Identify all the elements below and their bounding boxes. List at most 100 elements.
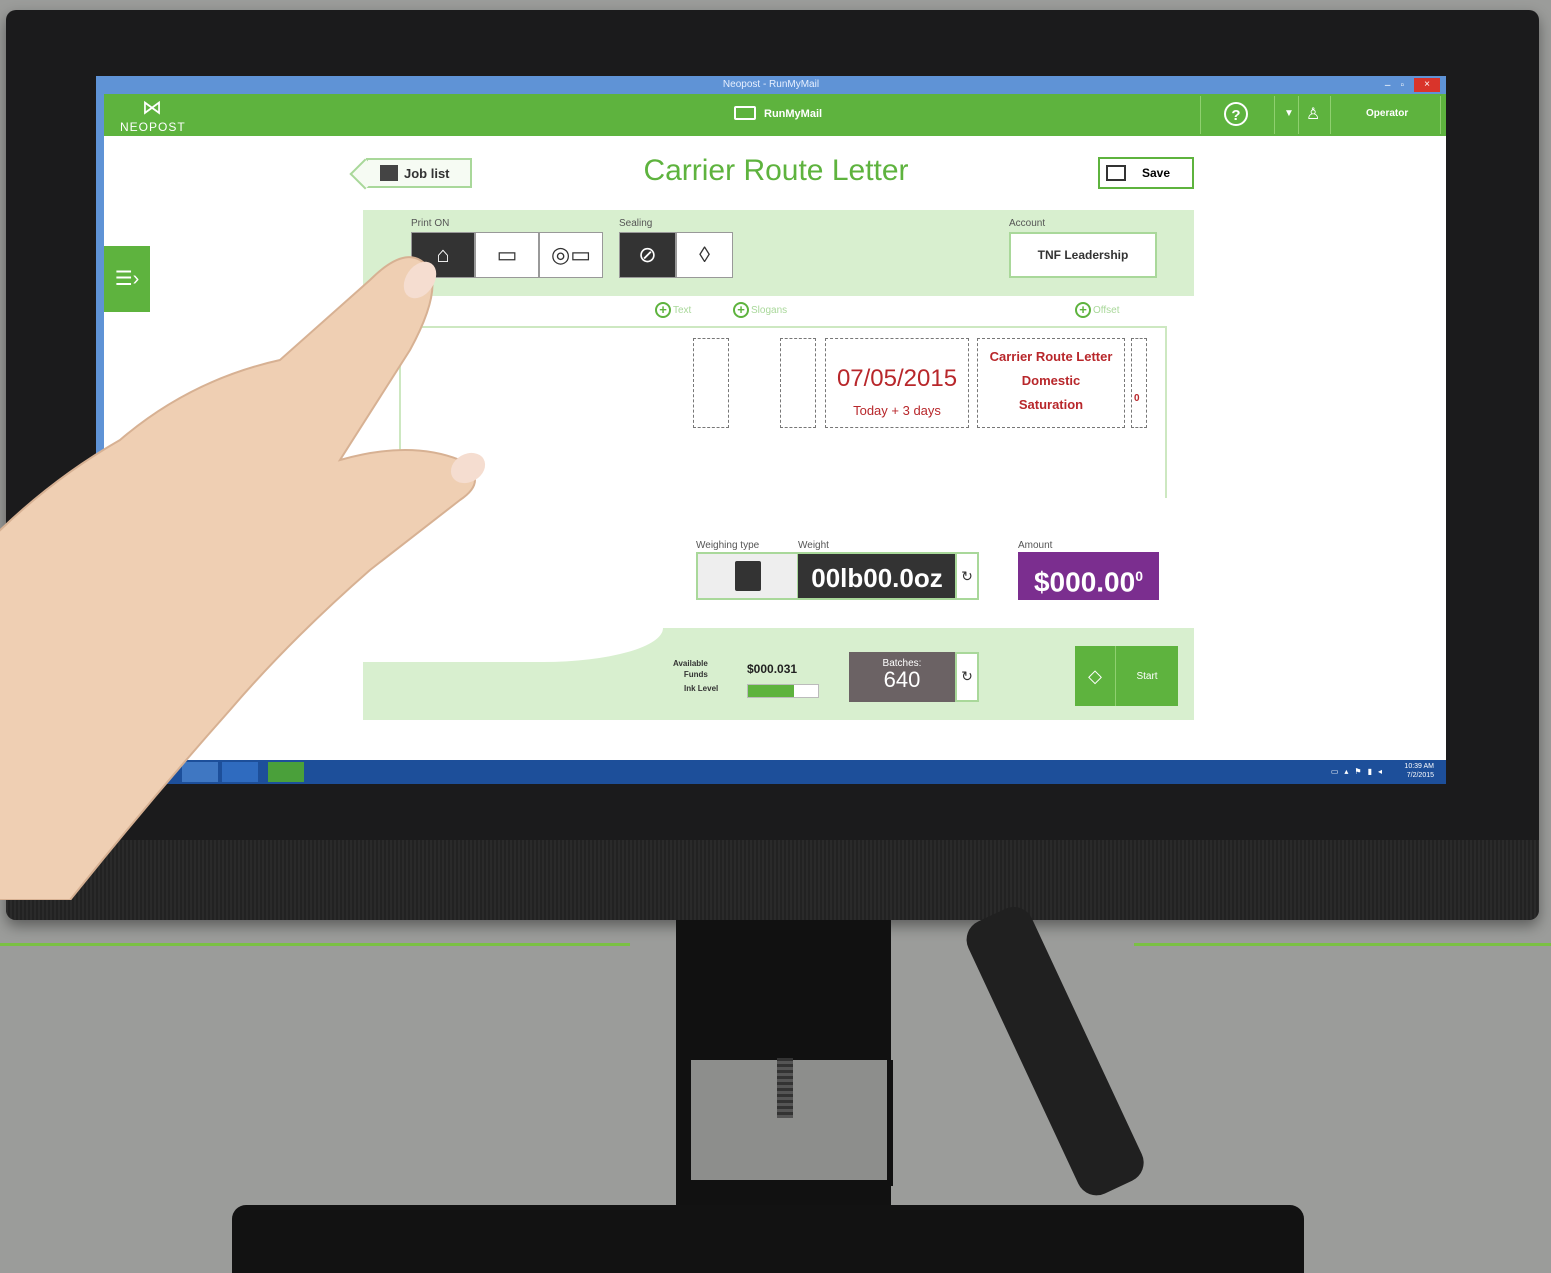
screen: Neopost - RunMyMail – ▫ × ⋈ NEOPOST RunM… <box>96 76 1446 784</box>
print-on-label: Print ON <box>411 218 450 229</box>
settings-panel: Print ON ⌂ ▭ ◎▭ Sealing ⊘ ◊ Account TNF … <box>363 210 1194 296</box>
start-button[interactable]: ◇ Start <box>1075 646 1178 706</box>
neopost-logo: NEOPOST <box>120 120 186 134</box>
window-title: Neopost - RunMyMail <box>96 76 1446 94</box>
account-selector[interactable]: TNF Leadership <box>1009 232 1157 278</box>
rate-line: Carrier Route Letter <box>989 349 1113 364</box>
page-title: Carrier Route Letter <box>643 154 909 187</box>
floppy-disk-icon <box>1106 165 1126 181</box>
add-text-button[interactable]: + Text <box>655 302 691 318</box>
envelope-icon: ⌂ <box>436 242 450 267</box>
separator <box>1440 96 1441 134</box>
weight-display: 00lb00.0oz <box>798 552 956 600</box>
refresh-weight-button[interactable]: ↻ <box>955 552 979 600</box>
app-icon[interactable] <box>222 762 258 782</box>
amount-display: $000.000 <box>1018 552 1159 600</box>
rate-slot[interactable]: Carrier Route Letter Domestic Saturation <box>977 338 1125 428</box>
clock: 10:39 AM 7/2/2015 <box>1404 762 1434 780</box>
no-water-drop-icon: ⊘ <box>638 242 657 267</box>
clock-date: 7/2/2015 <box>1406 772 1434 779</box>
batches-value: 640 <box>883 667 921 692</box>
neopost-logo-icon: ⋈ <box>142 97 162 119</box>
offset-value: 0 <box>1134 393 1140 404</box>
app-header: ⋈ NEOPOST RunMyMail ? ▼ ♙ Operator <box>104 94 1446 136</box>
reset-batch-button[interactable]: ↻ <box>955 652 979 702</box>
add-offset-button[interactable]: + Offset <box>1075 302 1120 318</box>
stand-bolt <box>777 1058 793 1118</box>
weight-label: Weight <box>798 540 829 551</box>
decorative-line-left <box>0 943 630 946</box>
ink-level-bar <box>747 684 819 698</box>
ink-level-fill <box>748 685 794 697</box>
chevron-down-icon[interactable]: ▼ <box>1284 108 1294 119</box>
separator <box>1274 96 1275 134</box>
status-panel: Available Funds $000.031 Ink Level Batch… <box>363 628 1194 720</box>
add-slogan-label: Slogans <box>751 304 788 316</box>
plus-icon: + <box>655 302 671 318</box>
side-menu-toggle[interactable]: ☰› <box>104 246 150 312</box>
date-slot[interactable]: 07/05/2015 Today + 3 days <box>825 338 969 428</box>
runmymail-taskbar-icon[interactable] <box>268 762 304 782</box>
runmymail-icon <box>734 106 756 120</box>
batch-counter: Batches: 640 <box>849 652 955 702</box>
water-drop-icon: ◊ <box>699 242 710 267</box>
add-offset-label: Offset <box>1093 304 1120 316</box>
rate-line: Saturation <box>1018 397 1084 412</box>
help-icon[interactable]: ? <box>1224 102 1248 126</box>
print-envelope-button[interactable]: ⌂ <box>411 232 475 278</box>
monitor-base <box>232 1205 1304 1273</box>
job-list-icon <box>380 165 398 181</box>
separator <box>1200 96 1201 134</box>
refresh-icon: ↻ <box>961 568 973 584</box>
separator <box>1298 96 1299 134</box>
scale-icon <box>734 561 761 591</box>
seal-button[interactable]: ◊ <box>676 232 733 278</box>
weighing-type-selector[interactable] <box>696 552 799 600</box>
window-left-border <box>96 94 104 766</box>
print-on-group: ⌂ ▭ ◎▭ <box>411 232 603 278</box>
ink-level-label: Ink Level <box>684 684 719 693</box>
offset-slot[interactable]: 0 <box>1131 338 1147 428</box>
save-button[interactable]: Save <box>1098 157 1194 189</box>
decorative-line-right <box>1134 943 1551 946</box>
start-icon: ◇ <box>1075 646 1116 706</box>
sealing-group: ⊘ ◊ <box>619 232 733 278</box>
clock-time: 10:39 AM <box>1404 763 1434 770</box>
plus-icon: + <box>733 302 749 318</box>
postage-date: 07/05/2015 <box>836 365 958 392</box>
system-tray[interactable]: ▭▴⚑▮◂ <box>1331 767 1388 776</box>
amount-label: Amount <box>1018 540 1053 551</box>
funds-label-line: Available <box>673 659 708 668</box>
slogan-slot[interactable] <box>780 338 816 428</box>
window-controls: – ▫ × <box>1385 76 1440 94</box>
amount-value: $000.00 <box>1033 566 1136 598</box>
label-icon: ▭ <box>496 242 518 267</box>
operator-label[interactable]: Operator <box>1366 108 1408 119</box>
close-button[interactable]: × <box>1414 78 1440 92</box>
minimize-button[interactable]: – <box>1385 80 1391 91</box>
menu-list-icon: ☰› <box>114 268 140 290</box>
app-name: RunMyMail <box>764 108 823 120</box>
tape-icon: ◎▭ <box>551 242 591 267</box>
separator <box>1330 96 1331 134</box>
print-tape-button[interactable]: ◎▭ <box>539 232 603 278</box>
taskbar: ▭▴⚑▮◂ 10:39 AM 7/2/2015 <box>96 760 1446 784</box>
panel-curve <box>363 628 663 662</box>
job-list-button[interactable]: Job list <box>366 158 472 188</box>
weighing-type-label: Weighing type <box>696 540 760 551</box>
text-slot[interactable] <box>693 338 729 428</box>
amount-fraction: 0 <box>1135 568 1143 584</box>
save-label: Save <box>1142 166 1171 180</box>
add-slogan-button[interactable]: + Slogans <box>733 302 787 318</box>
maximize-button[interactable]: ▫ <box>1400 80 1404 91</box>
file-explorer-icon[interactable] <box>182 762 218 782</box>
rate-line: Domestic <box>1021 373 1081 388</box>
job-list-label: Job list <box>404 165 450 181</box>
start-label: Start <box>1136 670 1158 682</box>
user-icon[interactable]: ♙ <box>1306 104 1320 124</box>
account-label: Account <box>1009 218 1046 229</box>
print-label-button[interactable]: ▭ <box>475 232 539 278</box>
refresh-icon: ↻ <box>961 668 973 684</box>
available-funds-label: Available Funds <box>673 658 708 680</box>
no-seal-button[interactable]: ⊘ <box>619 232 676 278</box>
